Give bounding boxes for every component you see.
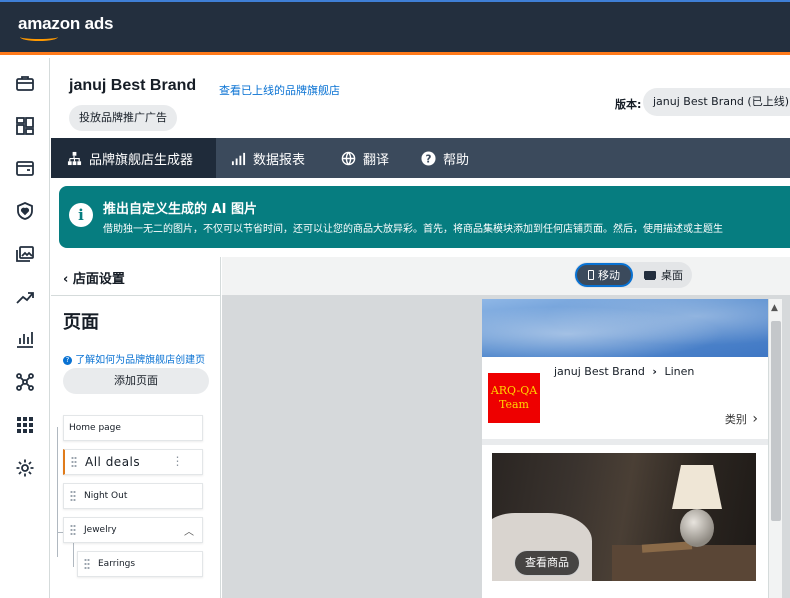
- page-item-label: Earrings: [98, 559, 136, 569]
- chevron-up-icon[interactable]: ︿: [184, 523, 194, 538]
- chevron-right-icon: ›: [652, 365, 657, 378]
- tab-store-builder-label: 品牌旗舰店生成器: [89, 152, 194, 168]
- tab-help[interactable]: ? 帮助: [421, 138, 469, 178]
- svg-text:?: ?: [426, 153, 432, 165]
- mobile-toggle-button[interactable]: 移动: [575, 263, 633, 287]
- network-icon[interactable]: [14, 371, 36, 393]
- tab-translate-label: 翻译: [363, 152, 390, 168]
- help-circle-icon: ?: [63, 356, 72, 365]
- store-breadcrumb: januj Best Brand › Linen: [554, 365, 694, 378]
- version-select[interactable]: januj Best Brand (已上线): [643, 88, 790, 116]
- desktop-label: 桌面: [661, 269, 683, 282]
- lamp-shade-shape: [672, 465, 722, 509]
- left-rail: [0, 58, 50, 598]
- wallet-icon[interactable]: [14, 157, 36, 179]
- apps-grid-icon[interactable]: [14, 414, 36, 436]
- tab-store-builder[interactable]: 品牌旗舰店生成器: [51, 138, 216, 178]
- divider: [51, 295, 221, 296]
- banner-description: 借助独一无二的图片，不仅可以节省时间，还可以让您的商品大放异彩。首先，将商品集模…: [103, 224, 723, 235]
- scroll-thumb[interactable]: [771, 321, 781, 521]
- mobile-preview-frame: ARQ-QA Team januj Best Brand › Linen 类别 …: [482, 299, 768, 598]
- shield-heart-icon[interactable]: [14, 200, 36, 222]
- tab-reports[interactable]: 数据报表: [231, 138, 305, 178]
- view-products-button[interactable]: 查看商品: [514, 550, 580, 576]
- brand-header-card: ARQ-QA Team januj Best Brand › Linen 类别 …: [482, 357, 768, 439]
- drag-handle-icon[interactable]: [84, 558, 90, 570]
- tree-connector: [57, 427, 58, 557]
- page-item-label: Night Out: [84, 491, 128, 501]
- learn-link-label: 了解如何为品牌旗舰店创建页: [75, 355, 206, 366]
- top-bar: amazon ads: [0, 0, 790, 55]
- brand-logo: ARQ-QA Team: [488, 373, 540, 423]
- chevron-left-icon: ‹: [63, 272, 69, 287]
- amazon-smile-icon: [20, 33, 58, 41]
- page-item-label: Jewelry: [84, 525, 117, 535]
- briefcase-icon[interactable]: [14, 72, 36, 94]
- signal-bars-icon: [231, 152, 246, 165]
- page-header: januj Best Brand 查看已上线的品牌旗舰店 投放品牌推广广告 版本…: [51, 58, 790, 138]
- scroll-up-icon[interactable]: ▲: [771, 303, 778, 313]
- tab-help-label: 帮助: [443, 152, 470, 168]
- help-icon: ?: [421, 150, 436, 166]
- sitemap-icon: [67, 151, 82, 165]
- page-item-label: Home page: [69, 423, 121, 433]
- hero-image[interactable]: [482, 299, 768, 357]
- breadcrumb-brand[interactable]: januj Best Brand: [554, 365, 645, 378]
- promote-brand-button[interactable]: 投放品牌推广广告: [69, 105, 177, 131]
- image-tile: 查看商品: [482, 445, 768, 598]
- bar-chart-icon[interactable]: [14, 328, 36, 350]
- tab-translate[interactable]: 翻译: [341, 138, 389, 178]
- store-settings-panel: ‹ 店面设置 页面 ? 了解如何为品牌旗舰店创建页 添加页面 Home page…: [51, 257, 221, 598]
- chevron-right-icon: ›: [752, 411, 758, 427]
- store-settings-label: 店面设置: [72, 272, 125, 287]
- banner-title: 推出自定义生成的 AI 图片: [103, 202, 257, 217]
- phone-icon: [588, 270, 594, 280]
- top-accent-line: [0, 0, 790, 2]
- store-settings-back-link[interactable]: ‹ 店面设置: [63, 268, 125, 287]
- drag-handle-icon[interactable]: [71, 456, 77, 468]
- page-item-all-deals[interactable]: All deals ⋮: [63, 449, 203, 475]
- page-item-jewelry[interactable]: Jewelry ︿: [63, 517, 203, 543]
- desktop-toggle-button[interactable]: 桌面: [636, 263, 691, 287]
- version-label: 版本:: [615, 98, 642, 111]
- breadcrumb-page: Linen: [664, 365, 695, 378]
- preview-scrollbar[interactable]: ▲: [768, 299, 782, 598]
- media-library-icon[interactable]: [14, 243, 36, 265]
- view-live-store-link[interactable]: 查看已上线的品牌旗舰店: [219, 82, 340, 98]
- globe-icon: [341, 151, 356, 165]
- category-label: 类别: [724, 413, 747, 426]
- page-item-label: All deals: [85, 455, 141, 469]
- bedroom-lamp-image[interactable]: 查看商品: [492, 453, 756, 581]
- page-item-night-out[interactable]: Night Out: [63, 483, 203, 509]
- trend-icon[interactable]: [14, 286, 36, 308]
- learn-create-page-link[interactable]: ? 了解如何为品牌旗舰店创建页: [63, 351, 205, 366]
- page-item-earrings[interactable]: Earrings: [77, 551, 203, 577]
- category-menu[interactable]: 类别 ›: [725, 411, 758, 427]
- add-page-button[interactable]: 添加页面: [63, 368, 209, 394]
- tree-connector: [73, 542, 74, 567]
- drag-handle-icon[interactable]: [70, 524, 76, 536]
- nightstand-shape: [612, 545, 756, 581]
- ai-image-banner: i 推出自定义生成的 AI 图片 借助独一无二的图片，不仅可以节省时间，还可以让…: [59, 186, 790, 248]
- settings-icon[interactable]: [14, 457, 36, 479]
- device-toggle-bar: 移动 桌面: [222, 257, 790, 295]
- device-toggle: 移动 桌面: [574, 262, 692, 288]
- info-icon: i: [69, 203, 93, 227]
- more-options-icon[interactable]: ⋮: [172, 454, 185, 468]
- monitor-icon: [644, 271, 656, 279]
- pages-title: 页面: [63, 312, 99, 333]
- amazon-ads-logo[interactable]: amazon ads: [18, 14, 114, 34]
- drag-handle-icon[interactable]: [70, 490, 76, 502]
- dashboard-icon[interactable]: [14, 115, 36, 137]
- store-builder-nav: 品牌旗舰店生成器 数据报表 翻译 ? 帮助: [51, 138, 790, 178]
- lamp-base-shape: [680, 509, 714, 547]
- store-preview: 移动 桌面 ARQ-QA Team januj Best Brand › Lin…: [222, 257, 790, 598]
- page-item-home[interactable]: Home page: [63, 415, 203, 441]
- brand-title: januj Best Brand: [69, 77, 197, 94]
- tab-reports-label: 数据报表: [253, 152, 306, 168]
- mobile-label: 移动: [598, 269, 620, 282]
